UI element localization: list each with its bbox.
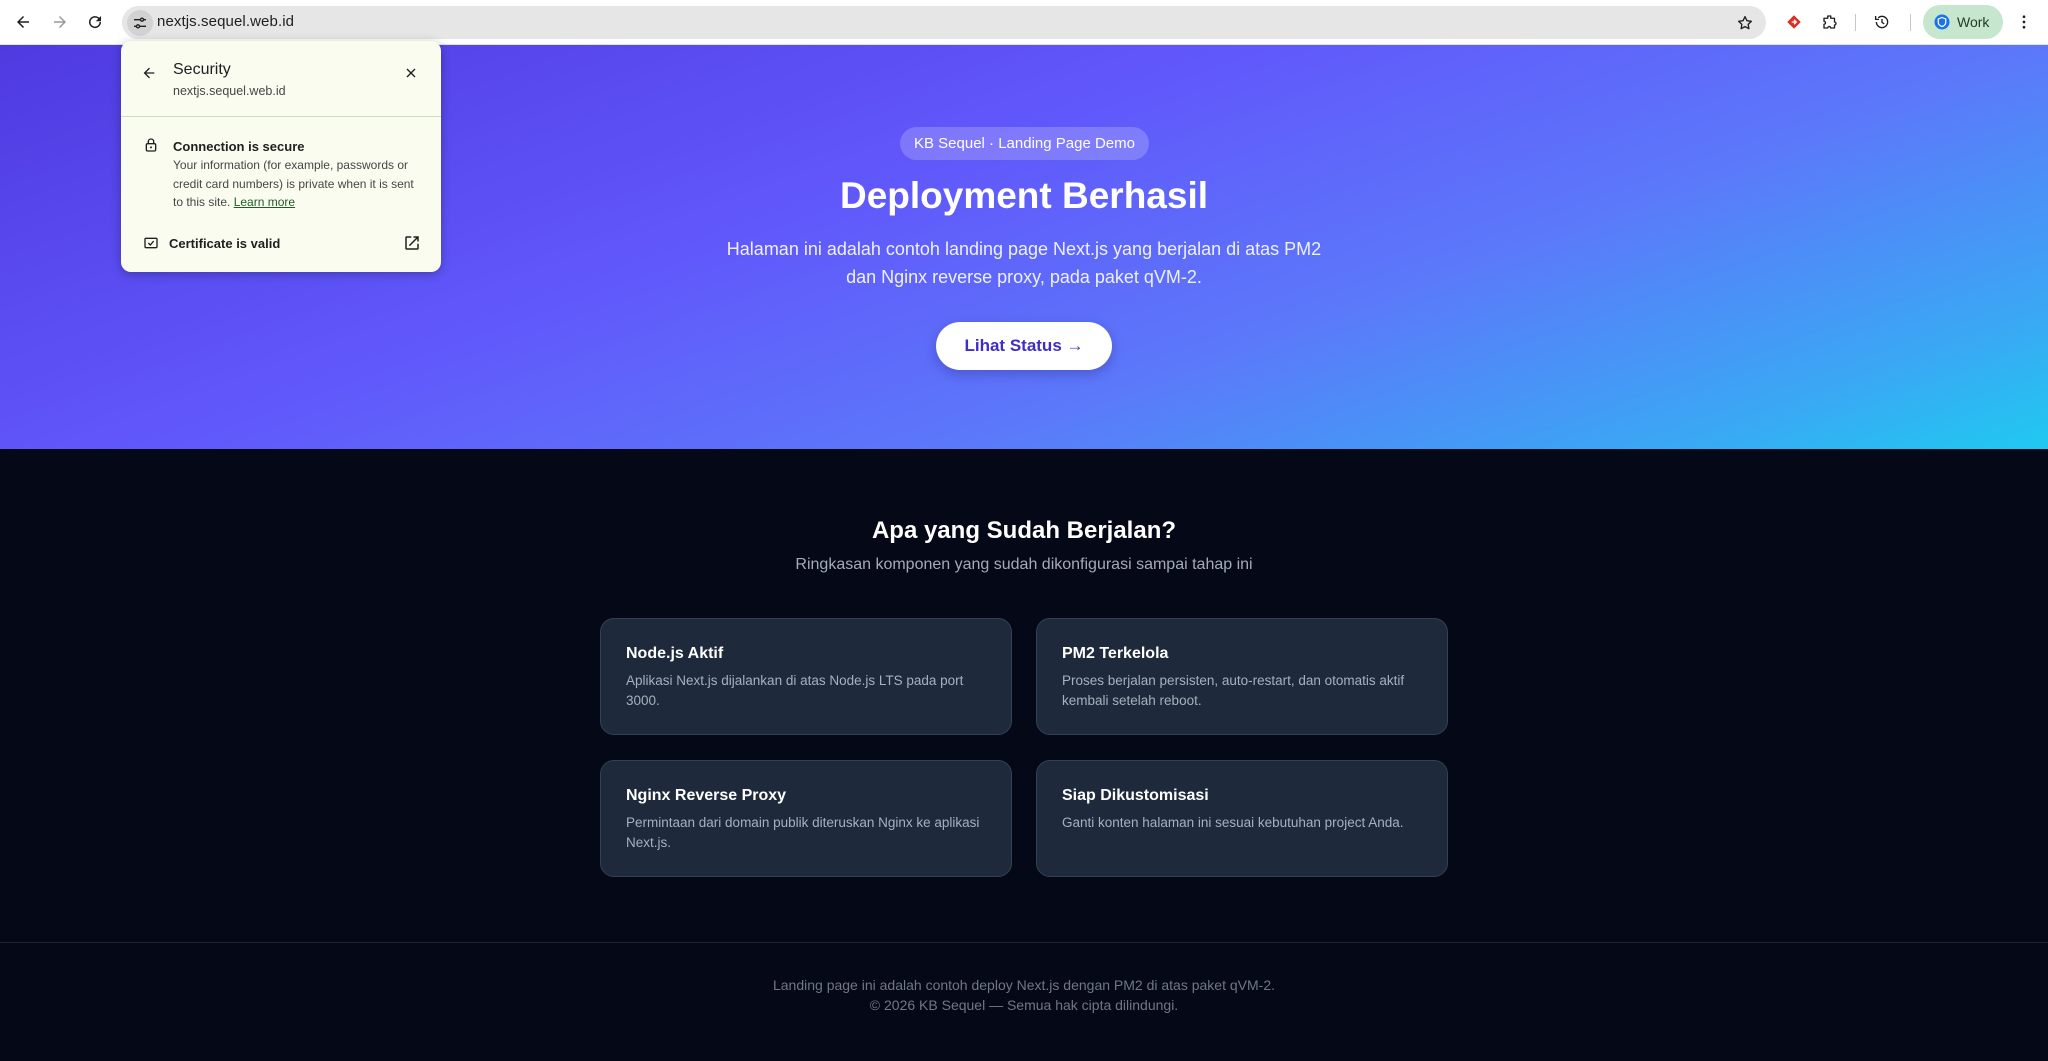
history-button[interactable] — [1866, 6, 1898, 38]
footer-description: Landing page ini adalah contoh deploy Ne… — [772, 977, 1275, 993]
tune-icon — [134, 17, 146, 29]
feature-card-pm2: PM2 Terkelola Proses berjalan persisten,… — [1036, 618, 1448, 735]
site-info-button[interactable] — [127, 10, 153, 36]
arrow-left-icon — [143, 67, 155, 79]
lock-icon — [145, 138, 157, 152]
feature-card-desc: Proses berjalan persisten, auto-restart,… — [1062, 673, 1405, 708]
reload-icon — [89, 16, 102, 29]
feature-card-title: PM2 Terkelola — [1062, 645, 1169, 662]
close-icon — [406, 68, 416, 78]
puzzle-icon — [1823, 15, 1837, 29]
toolbar-separator — [1910, 14, 1911, 31]
features-title: Apa yang Sudah Berjalan? — [871, 517, 1177, 544]
feature-card-desc: Aplikasi Next.js dijalankan di atas Node… — [626, 673, 964, 708]
reload-button[interactable] — [79, 6, 111, 38]
popup-divider — [121, 116, 441, 117]
url-text[interactable]: nextjs.sequel.web.id — [157, 13, 294, 30]
arrow-left-icon — [17, 16, 29, 28]
learn-more-link[interactable]: Learn more — [234, 195, 295, 209]
history-icon — [1874, 15, 1889, 29]
extension-red-button[interactable] — [1778, 6, 1810, 38]
menu-button[interactable] — [2008, 6, 2040, 38]
features-section: Apa yang Sudah Berjalan? Ringkasan kompo… — [0, 449, 2048, 942]
profile-chip[interactable]: Work — [1923, 5, 2003, 39]
connection-status-desc: Your information (for example, passwords… — [173, 156, 425, 212]
bookmark-button[interactable] — [1734, 12, 1756, 34]
arrow-right-icon — [54, 16, 66, 28]
back-button[interactable] — [7, 6, 39, 38]
popup-domain: nextjs.sequel.web.id — [173, 84, 286, 98]
page-footer: Landing page ini adalah contoh deploy Ne… — [0, 942, 2048, 1061]
feature-card-nginx: Nginx Reverse Proxy Permintaan dari doma… — [600, 760, 1012, 877]
kebab-menu-icon — [2022, 15, 2026, 29]
profile-label: Work — [1957, 14, 1990, 30]
feature-card-title: Nginx Reverse Proxy — [626, 787, 787, 804]
popup-title: Security — [173, 61, 231, 78]
lihat-status-button[interactable]: Lihat Status → — [936, 322, 1112, 370]
feature-card-title: Siap Dikustomisasi — [1062, 787, 1209, 804]
certificate-icon — [144, 237, 158, 249]
feature-card-desc: Ganti konten halaman ini sesuai kebutuha… — [1062, 815, 1404, 830]
forward-button[interactable] — [44, 6, 76, 38]
browser-toolbar: nextjs.sequel.web.id Work — [0, 0, 2048, 45]
security-popup: Security nextjs.sequel.web.id Connection… — [121, 41, 441, 272]
extensions-button[interactable] — [1814, 6, 1846, 38]
hero-badge: KB Sequel · Landing Page Demo — [900, 127, 1149, 160]
certificate-valid-item[interactable]: Certificate is valid — [169, 236, 280, 251]
hero-subtitle: Halaman ini adalah contoh landing page N… — [726, 239, 1322, 287]
red-diamond-extension-icon — [1787, 15, 1801, 29]
popup-back-button[interactable] — [139, 63, 159, 83]
feature-card-customize: Siap Dikustomisasi Ganti konten halaman … — [1036, 760, 1448, 877]
star-icon — [1737, 15, 1753, 30]
feature-card-title: Node.js Aktif — [626, 645, 724, 662]
toolbar-separator — [1855, 14, 1856, 31]
popup-close-button[interactable] — [401, 63, 421, 83]
feature-card-desc: Permintaan dari domain publik diteruskan… — [626, 815, 980, 850]
profile-shield-icon — [1934, 14, 1950, 30]
features-subtitle: Ringkasan komponen yang sudah dikonfigur… — [795, 556, 1253, 573]
address-bar[interactable]: nextjs.sequel.web.id — [122, 6, 1766, 39]
footer-copyright: © 2026 KB Sequel — Semua hak cipta dilin… — [869, 997, 1179, 1013]
external-link-icon[interactable] — [403, 234, 421, 252]
feature-card-nodejs: Node.js Aktif Aplikasi Next.js dijalanka… — [600, 618, 1012, 735]
connection-status-title: Connection is secure — [173, 139, 305, 154]
